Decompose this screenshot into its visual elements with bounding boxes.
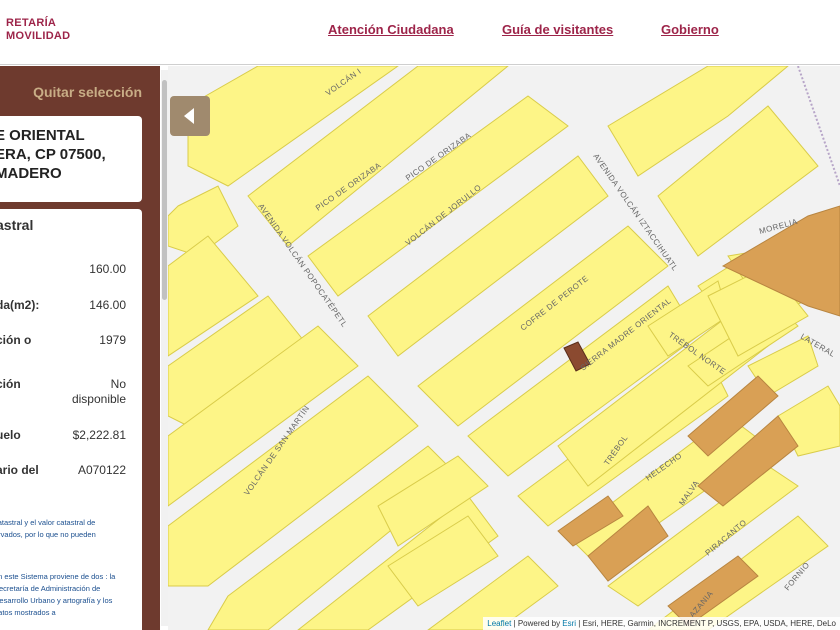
row-value: 146.00 xyxy=(89,298,126,312)
panel-scrollbar[interactable] xyxy=(161,70,168,626)
row-label: ción o xyxy=(0,333,32,347)
row-label: uelo xyxy=(0,428,21,442)
logo-line1: RETARÍA xyxy=(6,17,57,29)
address-line: E ORIENTAL xyxy=(0,127,85,144)
map-attribution: Leaflet | Powered by Esri | Esri, HERE, … xyxy=(483,617,840,630)
map-view[interactable]: VOLCÁN I PICO DE ORIZABA PICO DE ORIZABA… xyxy=(168,66,840,630)
disclaimer-note: catastral y el valor catastral de ervado… xyxy=(0,518,96,539)
nav-guia-visitantes[interactable]: Guía de visitantes xyxy=(502,22,613,37)
row-value: 160.00 xyxy=(89,262,126,276)
info-panel: Quitar selección E ORIENTAL ERA, CP 0750… xyxy=(0,66,160,630)
row-value: No disponible xyxy=(71,377,126,406)
scrollbar-thumb[interactable] xyxy=(162,80,167,300)
esri-link[interactable]: Esri xyxy=(562,619,576,628)
attribution-sep: | Powered by xyxy=(511,619,563,628)
chevron-left-icon xyxy=(184,108,194,124)
clear-selection-button[interactable]: Quitar selección xyxy=(33,84,142,100)
section-title: astral xyxy=(0,217,34,233)
row-label: ción xyxy=(0,377,21,391)
row-label: ario del xyxy=(0,463,39,477)
address-box: E ORIENTAL ERA, CP 07500, MADERO xyxy=(0,116,142,202)
row-label: da(m2): xyxy=(0,298,40,312)
logo-line2: MOVILIDAD xyxy=(6,30,71,42)
parcels xyxy=(168,66,840,630)
map-canvas: VOLCÁN I PICO DE ORIZABA PICO DE ORIZABA… xyxy=(168,66,840,630)
logo[interactable]: RETARÍA MOVILIDAD xyxy=(0,17,70,43)
cadastral-card: astral : 160.00 da(m2): 146.00 ción o 19… xyxy=(0,209,142,630)
nav-gobierno[interactable]: Gobierno xyxy=(661,22,719,37)
row-value: 1979 xyxy=(99,333,126,347)
source-note: en este Sistema proviene de dos : la Sec… xyxy=(0,572,116,617)
collapse-panel-button[interactable] xyxy=(170,96,210,136)
address-line: MADERO xyxy=(0,165,62,182)
nav-atencion-ciudadana[interactable]: Atención Ciudadana xyxy=(328,22,454,37)
row-value: A070122 xyxy=(77,463,126,477)
leaflet-link[interactable]: Leaflet xyxy=(487,619,511,628)
site-header: RETARÍA MOVILIDAD Atención Ciudadana Guí… xyxy=(0,0,840,65)
attribution-text: | Esri, HERE, Garmin, INCREMENT P, USGS,… xyxy=(576,619,836,628)
address-line: ERA, CP 07500, xyxy=(0,146,106,163)
row-value: $2,222.81 xyxy=(72,428,126,442)
